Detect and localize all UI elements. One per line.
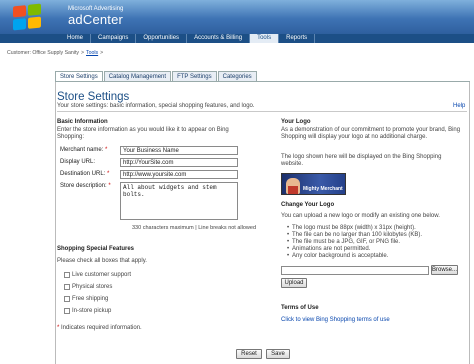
store-description-field[interactable]: All about widgets and stem bolts. (120, 182, 238, 220)
required-note-text: Indicates required information. (61, 325, 142, 331)
logo-rule: The logo must be 88px (width) x 31px (he… (284, 225, 422, 232)
logo-heading: Your Logo (281, 119, 311, 125)
nav-tab-accounts-billing[interactable]: Accounts & Billing (187, 34, 251, 43)
breadcrumb-customer: Customer: Office Supply Sanity (7, 50, 79, 56)
merchant-logo-text: Mighty Merchant (303, 186, 343, 192)
merchant-shirt-icon (288, 186, 298, 194)
windows-flag-icon (13, 3, 41, 31)
logo-display-note: The logo shown here will be displayed on… (281, 154, 442, 167)
store-description-line: All about widgets and stem (123, 184, 217, 191)
change-logo-intro: You can upload a new logo or modify an e… (281, 213, 440, 219)
breadcrumb-separator: > (100, 50, 104, 56)
nav-tab-campaigns[interactable]: Campaigns (91, 34, 137, 43)
destination-url-label: Destination URL: * (60, 171, 109, 177)
save-button[interactable]: Save (266, 349, 290, 359)
store-description-label: Store description: * (60, 183, 111, 189)
help-link[interactable]: Help (453, 103, 465, 109)
feature-in-store-pickup[interactable]: In-store pickup (64, 308, 111, 314)
nav-tab-home[interactable]: Home (60, 34, 92, 43)
feature-physical-stores[interactable]: Physical stores (64, 284, 112, 290)
destination-url-label-text: Destination URL: (60, 171, 106, 177)
logo-rule: The file must be a JPG, GIF, or PNG file… (284, 239, 422, 246)
upload-button[interactable]: Upload (281, 278, 307, 288)
page-title: Store Settings (57, 91, 130, 103)
terms-heading: Terms of Use (281, 305, 319, 311)
title-divider (57, 111, 467, 112)
browse-button[interactable]: Browse... (431, 265, 458, 275)
content-panel (55, 82, 470, 364)
features-intro: Please check all boxes that apply. (57, 258, 147, 264)
basic-info-intro: Enter the store information as you would… (57, 127, 229, 140)
reset-button[interactable]: Reset (236, 349, 262, 359)
store-description-label-text: Store description: (60, 183, 107, 189)
required-marker: * (108, 183, 111, 189)
feature-label: Physical stores (72, 284, 113, 290)
feature-checkbox[interactable] (64, 296, 70, 302)
feature-live-support[interactable]: Live customer support (64, 272, 131, 278)
required-note: * Indicates required information. (57, 325, 142, 331)
feature-checkbox[interactable] (64, 284, 70, 290)
char-limit-note: 330 characters maximum | Line breaks not… (132, 225, 257, 231)
logo-description: As a demonstration of our commitment to … (281, 127, 461, 140)
main-nav: Home Campaigns Opportunities Accounts & … (60, 34, 316, 43)
breadcrumb-separator: > (80, 50, 85, 56)
feature-checkbox[interactable] (64, 308, 70, 314)
nav-tab-tools[interactable]: Tools (250, 34, 280, 43)
required-marker: * (107, 171, 110, 177)
feature-label: Live customer support (72, 272, 132, 278)
logo-file-input[interactable] (281, 266, 429, 275)
nav-tab-reports[interactable]: Reports (279, 34, 316, 43)
logo-rules-list: The logo must be 88px (width) x 31px (he… (284, 225, 422, 260)
display-url-field[interactable]: http://YourSite.com (120, 158, 238, 167)
required-marker: * (57, 325, 60, 331)
feature-label: In-store pickup (72, 308, 112, 314)
merchant-name-label-text: Merchant name: (60, 147, 104, 153)
basic-info-heading: Basic Information (57, 119, 108, 125)
merchant-name-label: Merchant name: * (60, 147, 107, 153)
nav-tab-opportunities[interactable]: Opportunities (136, 34, 188, 43)
store-description-line: bolts. (123, 191, 145, 198)
feature-label: Free shipping (72, 296, 109, 302)
microsoft-logo (0, 0, 54, 34)
merchant-name-field[interactable]: Your Business Name (120, 146, 238, 155)
display-url-label: Display URL: (60, 159, 96, 165)
page-subtitle: Your store settings: basic information, … (57, 103, 255, 109)
feature-checkbox[interactable] (64, 272, 70, 278)
feature-free-shipping[interactable]: Free shipping (64, 296, 108, 302)
features-heading: Shopping Special Features (57, 246, 135, 252)
breadcrumb: Customer: Office Supply Sanity > Tools > (7, 50, 105, 56)
logo-rule: Any color background is acceptable. (284, 253, 422, 260)
breadcrumb-tools-link[interactable]: Tools (86, 50, 98, 56)
required-marker: * (105, 147, 108, 153)
change-logo-heading: Change Your Logo (281, 202, 335, 208)
destination-url-field[interactable]: http://www.yoursite.com (120, 170, 238, 179)
logo-rule: Animations are not permitted. (284, 246, 422, 253)
merchant-logo-image: Mighty Merchant (281, 173, 346, 195)
brand-title: adCenter (68, 12, 124, 27)
terms-link[interactable]: Click to view Bing Shopping terms of use (281, 317, 390, 323)
logo-rule: The file can be no larger than 100 kilob… (284, 232, 422, 239)
